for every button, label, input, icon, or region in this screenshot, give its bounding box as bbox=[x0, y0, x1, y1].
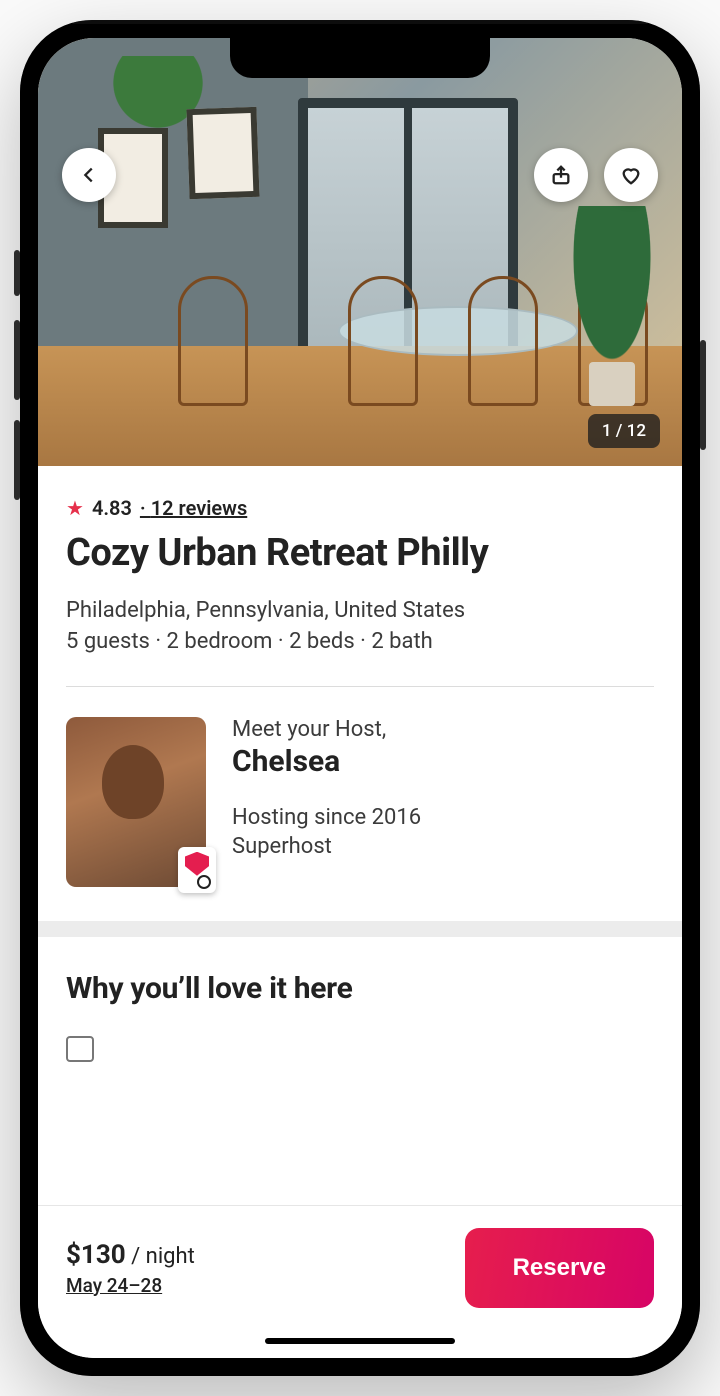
phone-volume-down bbox=[14, 420, 20, 500]
listing-location: Philadelphia, Pennsylvania, United State… bbox=[66, 598, 654, 623]
phone-notch bbox=[230, 38, 490, 78]
host-name: Chelsea bbox=[232, 744, 421, 779]
reserve-button[interactable]: Reserve bbox=[465, 1228, 654, 1308]
divider bbox=[66, 686, 654, 687]
listing-hero-photo[interactable]: 1 / 12 bbox=[38, 38, 682, 466]
host-photo bbox=[66, 717, 206, 887]
home-indicator[interactable] bbox=[265, 1338, 455, 1344]
host-since: Hosting since 2016 bbox=[232, 805, 421, 830]
listing-content: ★ 4.83 12 reviews Cozy Urban Retreat Phi… bbox=[38, 466, 682, 1062]
booking-footer: $130 / night May 24–28 Reserve bbox=[38, 1205, 682, 1358]
phone-volume-up bbox=[14, 320, 20, 400]
share-icon bbox=[550, 164, 572, 186]
host-role: Superhost bbox=[232, 834, 421, 859]
phone-power-button bbox=[700, 340, 706, 450]
superhost-badge-icon bbox=[178, 847, 216, 893]
section-separator bbox=[38, 921, 682, 937]
star-icon: ★ bbox=[66, 496, 84, 520]
reviews-link[interactable]: 12 reviews bbox=[140, 496, 247, 520]
rating-line: ★ 4.83 12 reviews bbox=[66, 496, 654, 520]
back-button[interactable] bbox=[62, 148, 116, 202]
host-section[interactable]: Meet your Host, Chelsea Hosting since 20… bbox=[66, 717, 654, 887]
chevron-left-icon bbox=[78, 164, 100, 186]
photo-counter: 1 / 12 bbox=[588, 414, 660, 448]
love-it-heading: Why you’ll love it here bbox=[66, 971, 654, 1006]
phone-frame: 1 / 12 ★ 4.83 12 reviews Cozy Urban Retr… bbox=[20, 20, 700, 1376]
price-amount: $130 bbox=[66, 1240, 126, 1270]
price-block[interactable]: $130 / night May 24–28 bbox=[66, 1240, 195, 1297]
host-text: Meet your Host, Chelsea Hosting since 20… bbox=[232, 717, 421, 859]
rating-value: 4.83 bbox=[92, 496, 132, 520]
save-button[interactable] bbox=[604, 148, 658, 202]
share-button[interactable] bbox=[534, 148, 588, 202]
phone-side-button bbox=[14, 250, 20, 296]
amenity-icon bbox=[66, 1036, 94, 1062]
price-unit: / night bbox=[126, 1244, 195, 1269]
selected-dates[interactable]: May 24–28 bbox=[66, 1274, 195, 1297]
host-meet-label: Meet your Host, bbox=[232, 717, 421, 742]
listing-specs: 5 guests · 2 bedroom · 2 beds · 2 bath bbox=[66, 629, 654, 654]
screen: 1 / 12 ★ 4.83 12 reviews Cozy Urban Retr… bbox=[38, 38, 682, 1358]
heart-icon bbox=[620, 164, 642, 186]
listing-title: Cozy Urban Retreat Philly bbox=[66, 532, 654, 576]
